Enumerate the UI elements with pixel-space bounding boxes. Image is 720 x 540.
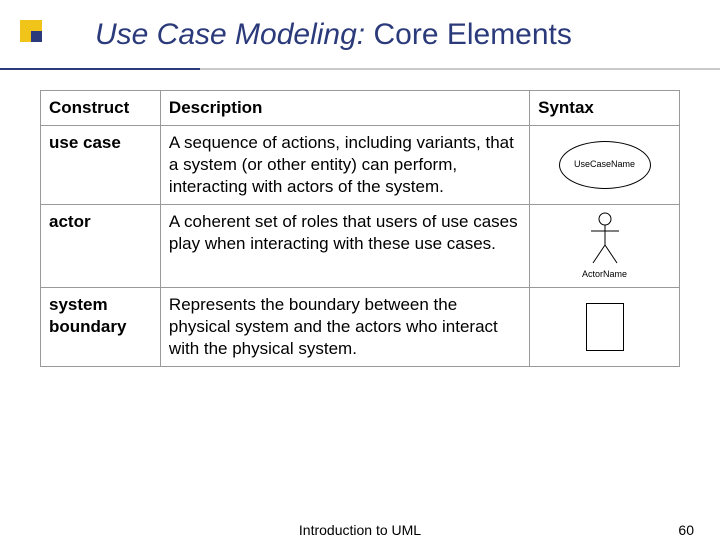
table-row: use case A sequence of actions, includin…: [41, 126, 680, 205]
page-number: 60: [678, 522, 694, 538]
use-case-ellipse-label: UseCaseName: [574, 159, 635, 171]
title-underline: [0, 68, 720, 70]
slide-title: Use Case Modeling: Core Elements: [95, 18, 572, 52]
header-syntax: Syntax: [530, 91, 680, 126]
actor-stickfigure-icon: [585, 211, 625, 266]
slide: Use Case Modeling: Core Elements Constru…: [0, 0, 720, 540]
header-description: Description: [160, 91, 529, 126]
header-construct: Construct: [41, 91, 161, 126]
use-case-ellipse-icon: UseCaseName: [559, 141, 651, 189]
cell-syntax: ActorName: [530, 205, 680, 288]
cell-description: A sequence of actions, including variant…: [160, 126, 529, 205]
actor-syntax-label: ActorName: [582, 269, 627, 281]
cell-description: A coherent set of roles that users of us…: [160, 205, 529, 288]
cell-syntax: [530, 288, 680, 367]
cell-syntax: UseCaseName: [530, 126, 680, 205]
cell-construct: use case: [41, 126, 161, 205]
cell-description: Represents the boundary between the phys…: [160, 288, 529, 367]
title-rest: Core Elements: [365, 18, 572, 51]
table-row: actor A coherent set of roles that users…: [41, 205, 680, 288]
title-bullet-decoration: [20, 20, 42, 42]
table-row: system boundary Represents the boundary …: [41, 288, 680, 367]
system-boundary-rect-icon: [586, 303, 624, 351]
table-header-row: Construct Description Syntax: [41, 91, 680, 126]
footer-title: Introduction to UML: [0, 522, 720, 538]
cell-construct: system boundary: [41, 288, 161, 367]
cell-construct: actor: [41, 205, 161, 288]
title-italic: Use Case Modeling:: [95, 18, 365, 51]
elements-table: Construct Description Syntax use case A …: [40, 90, 680, 367]
